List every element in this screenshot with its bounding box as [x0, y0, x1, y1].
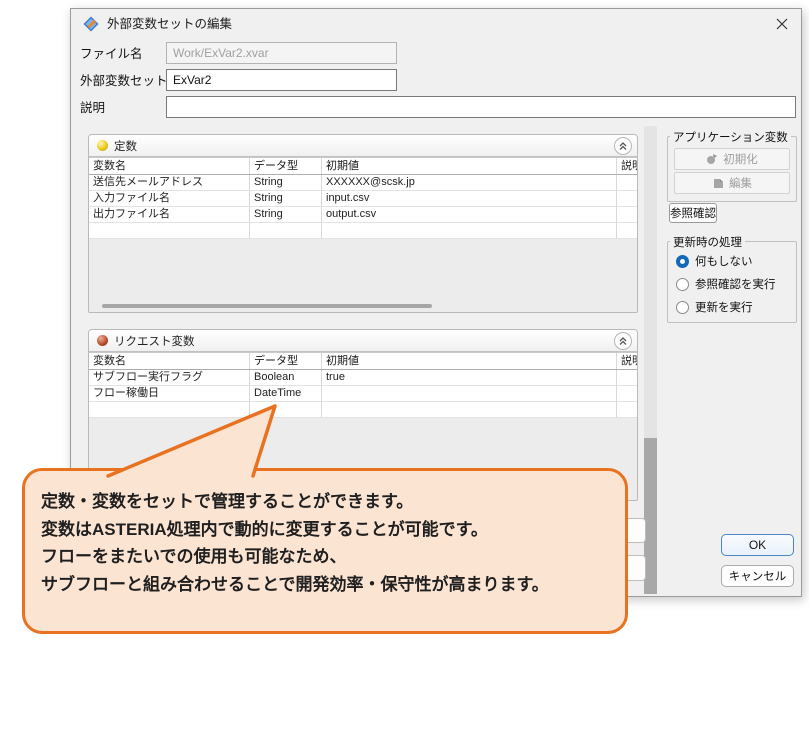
cell-variable-name[interactable]: サブフロー実行フラグ [89, 370, 250, 386]
cell-description[interactable] [617, 191, 637, 207]
empty-cell [617, 402, 637, 418]
radio-unselected-icon[interactable] [676, 301, 689, 314]
request-variables-section-header: リクエスト変数 [89, 330, 637, 352]
cell-initial-value[interactable]: true [322, 370, 617, 386]
reference-check-button[interactable]: 参照確認 [669, 203, 717, 223]
table-row[interactable]: サブフロー実行フラグ Boolean true [89, 370, 637, 386]
col-description: 説明 [617, 353, 637, 369]
ok-button-label: OK [749, 538, 766, 552]
initialize-button[interactable]: 初期化 [674, 148, 790, 170]
cell-description[interactable] [617, 207, 637, 223]
app-icon [83, 16, 99, 32]
cell-initial-value[interactable]: input.csv [322, 191, 617, 207]
col-data-type: データ型 [250, 158, 322, 174]
cell-data-type[interactable]: String [250, 191, 322, 207]
ok-button[interactable]: OK [721, 534, 794, 556]
horizontal-scrollbar[interactable] [102, 304, 432, 308]
red-ball-icon [97, 335, 108, 346]
cell-initial-value[interactable] [322, 386, 617, 402]
application-variables-label: アプリケーション変数 [670, 129, 791, 145]
col-initial-value: 初期値 [322, 353, 617, 369]
page: 外部変数セットの編集 ファイル名 外部変数セット名 説明 定数 変数名 [0, 0, 809, 746]
radio-run-reference-check[interactable]: 参照確認を実行 [676, 277, 776, 291]
callout-line: サブフローと組み合わせることで開発効率・保守性が高まります。 [41, 571, 611, 599]
table-header-row: 変数名 データ型 初期値 説明 [89, 157, 637, 175]
edit-button-label: 編集 [729, 175, 752, 191]
col-initial-value: 初期値 [322, 158, 617, 174]
reference-check-button-label: 参照確認 [670, 205, 716, 221]
col-variable-name: 変数名 [89, 353, 250, 369]
cell-initial-value[interactable]: XXXXXX@scsk.jp [322, 175, 617, 191]
radio-label: 参照確認を実行 [695, 276, 776, 292]
cell-initial-value[interactable]: output.csv [322, 207, 617, 223]
radio-run-update[interactable]: 更新を実行 [676, 300, 753, 314]
constants-section-header: 定数 [89, 135, 637, 157]
cell-variable-name[interactable]: 送信先メールアドレス [89, 175, 250, 191]
callout-line: 変数はASTERIA処理内で動的に変更することが可能です。 [41, 516, 611, 544]
application-variables-group: アプリケーション変数 初期化 編集 [667, 136, 797, 202]
constants-table[interactable]: 変数名 データ型 初期値 説明 送信先メールアドレス String XXXXXX… [89, 157, 637, 239]
col-description: 説明 [617, 158, 637, 174]
radio-do-nothing[interactable]: 何もしない [676, 254, 753, 268]
col-variable-name: 変数名 [89, 158, 250, 174]
set-name-label: 外部変数セット名 [80, 70, 180, 92]
cell-variable-name[interactable]: 出力ファイル名 [89, 207, 250, 223]
edit-icon [712, 177, 724, 189]
close-icon[interactable] [769, 12, 795, 36]
initialize-icon [706, 153, 718, 165]
radio-selected-icon[interactable] [676, 255, 689, 268]
table-header-row: 変数名 データ型 初期値 説明 [89, 352, 637, 370]
edit-button[interactable]: 編集 [674, 172, 790, 194]
radio-label: 何もしない [695, 253, 753, 269]
annotation-callout: 定数・変数をセットで管理することができます。 変数はASTERIA処理内で動的に… [22, 468, 628, 634]
table-empty-row[interactable] [89, 223, 637, 239]
request-variables-section-title: リクエスト変数 [114, 333, 195, 349]
cancel-button-label: キャンセル [729, 568, 787, 584]
empty-cell [322, 223, 617, 239]
cell-variable-name[interactable]: 入力ファイル名 [89, 191, 250, 207]
yellow-ball-icon [97, 140, 108, 151]
description-field[interactable] [166, 96, 796, 118]
description-label: 説明 [80, 97, 105, 119]
dialog-title: 外部変数セットの編集 [107, 9, 232, 39]
table-row[interactable]: 送信先メールアドレス String XXXXXX@scsk.jp [89, 175, 637, 191]
initialize-button-label: 初期化 [723, 151, 758, 167]
file-name-field [166, 42, 397, 64]
table-row[interactable]: 出力ファイル名 String output.csv [89, 207, 637, 223]
on-update-group-label: 更新時の処理 [670, 234, 745, 250]
table-row[interactable]: 入力ファイル名 String input.csv [89, 191, 637, 207]
radio-unselected-icon[interactable] [676, 278, 689, 291]
cell-data-type[interactable]: Boolean [250, 370, 322, 386]
empty-cell [322, 402, 617, 418]
col-data-type: データ型 [250, 353, 322, 369]
file-name-label: ファイル名 [80, 43, 143, 65]
callout-tail [95, 396, 295, 480]
callout-line: フローをまたいでの使用も可能なため、 [41, 543, 611, 571]
empty-cell [617, 223, 637, 239]
cell-data-type[interactable]: String [250, 207, 322, 223]
callout-line: 定数・変数をセットで管理することができます。 [41, 488, 611, 516]
constants-section-title: 定数 [114, 138, 137, 154]
empty-cell [250, 223, 322, 239]
cell-description[interactable] [617, 175, 637, 191]
on-update-group: 更新時の処理 何もしない 参照確認を実行 更新を実行 [667, 241, 797, 323]
cell-description[interactable] [617, 370, 637, 386]
dialog-titlebar[interactable]: 外部変数セットの編集 [71, 9, 801, 39]
cancel-button[interactable]: キャンセル [721, 565, 794, 587]
cell-data-type[interactable]: String [250, 175, 322, 191]
set-name-field[interactable] [166, 69, 397, 91]
empty-cell [89, 223, 250, 239]
constants-section: 定数 変数名 データ型 初期値 説明 送信先メールアドレス String XXX… [88, 134, 638, 313]
radio-label: 更新を実行 [695, 299, 753, 315]
cell-description[interactable] [617, 386, 637, 402]
collapse-constants-icon[interactable] [614, 137, 632, 155]
collapse-request-variables-icon[interactable] [614, 332, 632, 350]
